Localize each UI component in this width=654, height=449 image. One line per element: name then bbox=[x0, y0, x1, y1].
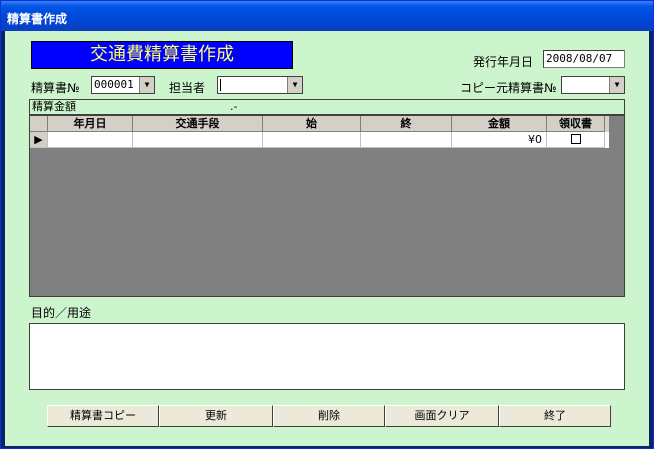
grid-scrollbar[interactable] bbox=[609, 116, 624, 296]
checkbox-icon[interactable] bbox=[570, 134, 581, 144]
col-to[interactable]: 終 bbox=[361, 116, 452, 132]
app-window: 精算書作成 交通費精算書作成 発行年月日 2008/08/07 精算書№ 000… bbox=[0, 0, 654, 449]
purpose-label: 目的／用途 bbox=[31, 306, 92, 320]
window-title: 精算書作成 bbox=[7, 12, 68, 26]
col-from[interactable]: 始 bbox=[263, 116, 361, 132]
amount-value: .- bbox=[230, 100, 238, 113]
issue-date-field[interactable]: 2008/08/07 bbox=[543, 50, 625, 68]
cell-to[interactable] bbox=[361, 132, 452, 148]
delete-button[interactable]: 削除 bbox=[273, 405, 385, 427]
text-caret bbox=[220, 79, 221, 91]
statement-no-combo[interactable]: 000001 ▼ bbox=[91, 76, 155, 94]
copy-source-label: コピー元精算書№ bbox=[460, 81, 557, 95]
person-combo[interactable]: ▼ bbox=[217, 76, 303, 94]
amount-bar: 精算金額 .- bbox=[29, 99, 625, 115]
update-button[interactable]: 更新 bbox=[159, 405, 273, 427]
dropdown-arrow-icon[interactable]: ▼ bbox=[609, 77, 624, 93]
grid-header: 年月日 交通手段 始 終 金額 領収書 bbox=[30, 116, 611, 132]
statement-no-value: 000001 bbox=[94, 78, 134, 91]
cell-from[interactable] bbox=[263, 132, 361, 148]
col-means[interactable]: 交通手段 bbox=[133, 116, 263, 132]
title-bar: 精算書作成 bbox=[1, 1, 653, 31]
copy-statement-button[interactable]: 精算書コピー bbox=[47, 405, 159, 427]
issue-date-label: 発行年月日 bbox=[473, 55, 534, 69]
header-selector bbox=[30, 116, 48, 132]
person-label: 担当者 bbox=[169, 81, 206, 95]
dropdown-arrow-icon[interactable]: ▼ bbox=[287, 77, 302, 93]
form-banner: 交通費精算書作成 bbox=[31, 41, 293, 69]
exit-button[interactable]: 終了 bbox=[499, 405, 611, 427]
purpose-textarea[interactable] bbox=[29, 323, 625, 390]
form-body: 交通費精算書作成 発行年月日 2008/08/07 精算書№ 000001 ▼ … bbox=[5, 31, 649, 446]
clear-screen-button[interactable]: 画面クリア bbox=[385, 405, 499, 427]
col-date[interactable]: 年月日 bbox=[48, 116, 133, 132]
row-pointer-icon[interactable]: ▶ bbox=[30, 132, 48, 148]
cell-date[interactable] bbox=[48, 132, 133, 148]
button-bar: 精算書コピー 更新 削除 画面クリア 終了 bbox=[47, 405, 611, 427]
cell-means[interactable] bbox=[133, 132, 263, 148]
statement-no-label: 精算書№ bbox=[31, 81, 80, 95]
table-row[interactable]: ▶ ¥0 bbox=[30, 132, 611, 148]
cell-receipt[interactable] bbox=[547, 132, 605, 148]
cell-amount[interactable]: ¥0 bbox=[452, 132, 547, 148]
col-amount[interactable]: 金額 bbox=[452, 116, 547, 132]
dropdown-arrow-icon[interactable]: ▼ bbox=[139, 77, 154, 93]
col-receipt[interactable]: 領収書 bbox=[547, 116, 605, 132]
copy-source-combo[interactable]: ▼ bbox=[561, 76, 625, 94]
amount-label: 精算金額 bbox=[32, 100, 76, 113]
detail-grid[interactable]: 年月日 交通手段 始 終 金額 領収書 ▶ ¥0 bbox=[29, 115, 625, 297]
